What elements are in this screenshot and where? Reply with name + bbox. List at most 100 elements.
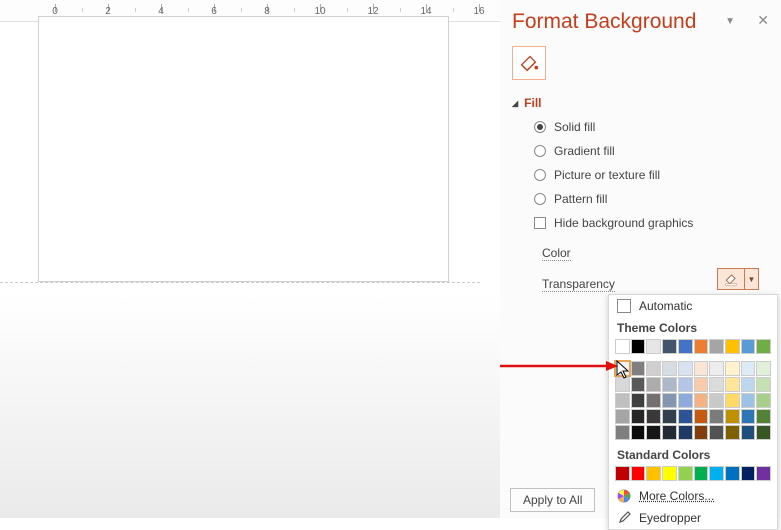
color-swatch[interactable] bbox=[725, 466, 740, 481]
color-swatch[interactable] bbox=[709, 377, 724, 392]
color-swatch[interactable] bbox=[662, 393, 677, 408]
color-swatch[interactable] bbox=[615, 377, 630, 392]
fill-category-button[interactable] bbox=[512, 46, 546, 80]
panel-options-dropdown[interactable]: ▼ bbox=[725, 16, 735, 27]
automatic-swatch-icon bbox=[617, 299, 631, 313]
color-swatch[interactable] bbox=[646, 466, 661, 481]
color-swatch[interactable] bbox=[678, 466, 693, 481]
eyedropper-label: Eyedropper bbox=[639, 511, 701, 525]
color-swatch[interactable] bbox=[725, 361, 740, 376]
color-swatch[interactable] bbox=[725, 409, 740, 424]
more-colors-row[interactable]: More Colors... bbox=[609, 485, 777, 507]
fill-color-button[interactable] bbox=[717, 268, 745, 290]
color-swatch[interactable] bbox=[756, 339, 771, 354]
color-field-row: Color bbox=[542, 246, 769, 261]
color-swatch[interactable] bbox=[725, 377, 740, 392]
eyedropper-row[interactable]: Eyedropper bbox=[609, 507, 777, 529]
color-swatch[interactable] bbox=[709, 425, 724, 440]
color-swatch[interactable] bbox=[631, 377, 646, 392]
color-swatch[interactable] bbox=[741, 409, 756, 424]
color-swatch[interactable] bbox=[741, 466, 756, 481]
color-swatch[interactable] bbox=[694, 361, 709, 376]
apply-to-all-button[interactable]: Apply to All bbox=[510, 488, 595, 512]
color-swatch[interactable] bbox=[709, 409, 724, 424]
color-swatch[interactable] bbox=[662, 466, 677, 481]
color-swatch[interactable] bbox=[615, 339, 630, 354]
color-swatch[interactable] bbox=[646, 393, 661, 408]
color-swatch[interactable] bbox=[678, 393, 693, 408]
color-swatch[interactable] bbox=[709, 393, 724, 408]
color-swatch[interactable] bbox=[709, 466, 724, 481]
color-swatch[interactable] bbox=[756, 393, 771, 408]
color-swatch[interactable] bbox=[631, 361, 646, 376]
color-swatch[interactable] bbox=[662, 377, 677, 392]
color-swatch[interactable] bbox=[631, 393, 646, 408]
color-swatch[interactable] bbox=[694, 393, 709, 408]
color-swatch[interactable] bbox=[615, 466, 630, 481]
color-swatch[interactable] bbox=[646, 425, 661, 440]
color-swatch[interactable] bbox=[646, 377, 661, 392]
close-icon[interactable]: ✕ bbox=[757, 12, 769, 29]
color-swatch[interactable] bbox=[694, 409, 709, 424]
color-swatch[interactable] bbox=[662, 409, 677, 424]
option-gradient-fill[interactable]: Gradient fill bbox=[534, 144, 769, 158]
radio-icon bbox=[534, 193, 546, 205]
color-swatch[interactable] bbox=[694, 339, 709, 354]
color-swatch[interactable] bbox=[756, 377, 771, 392]
standard-swatch-grid bbox=[609, 466, 777, 485]
fill-section-header[interactable]: ◢ Fill bbox=[512, 96, 769, 110]
color-swatch[interactable] bbox=[741, 393, 756, 408]
color-swatch[interactable] bbox=[678, 339, 693, 354]
color-swatch[interactable] bbox=[741, 361, 756, 376]
color-swatch[interactable] bbox=[678, 409, 693, 424]
color-swatch[interactable] bbox=[694, 425, 709, 440]
color-swatch[interactable] bbox=[694, 466, 709, 481]
option-pattern-fill[interactable]: Pattern fill bbox=[534, 192, 769, 206]
color-swatch[interactable] bbox=[741, 377, 756, 392]
color-swatch[interactable] bbox=[741, 425, 756, 440]
color-swatch[interactable] bbox=[662, 339, 677, 354]
option-hide-graphics[interactable]: Hide background graphics bbox=[534, 216, 769, 230]
option-label: Pattern fill bbox=[554, 192, 607, 206]
option-solid-fill[interactable]: Solid fill bbox=[534, 120, 769, 134]
color-swatch[interactable] bbox=[756, 466, 771, 481]
color-swatch[interactable] bbox=[631, 339, 646, 354]
theme-swatch-grid bbox=[609, 339, 777, 444]
color-swatch[interactable] bbox=[709, 361, 724, 376]
color-swatch[interactable] bbox=[662, 425, 677, 440]
color-swatch[interactable] bbox=[709, 339, 724, 354]
color-swatch[interactable] bbox=[678, 425, 693, 440]
color-swatch[interactable] bbox=[631, 466, 646, 481]
color-field-label: Color bbox=[542, 246, 571, 261]
color-swatch[interactable] bbox=[646, 409, 661, 424]
color-swatch[interactable] bbox=[725, 393, 740, 408]
option-picture-fill[interactable]: Picture or texture fill bbox=[534, 168, 769, 182]
color-swatch[interactable] bbox=[741, 339, 756, 354]
color-swatch[interactable] bbox=[725, 425, 740, 440]
option-label: Solid fill bbox=[554, 120, 595, 134]
color-swatch[interactable] bbox=[631, 425, 646, 440]
color-swatch[interactable] bbox=[725, 339, 740, 354]
color-swatch[interactable] bbox=[756, 361, 771, 376]
color-swatch[interactable] bbox=[631, 409, 646, 424]
color-swatch[interactable] bbox=[756, 409, 771, 424]
color-swatch[interactable] bbox=[615, 393, 630, 408]
fill-color-dropdown[interactable]: ▼ bbox=[745, 268, 759, 290]
color-swatch[interactable] bbox=[615, 409, 630, 424]
color-swatch[interactable] bbox=[678, 361, 693, 376]
color-swatch[interactable] bbox=[646, 361, 661, 376]
color-swatch[interactable] bbox=[646, 339, 661, 354]
color-swatch[interactable] bbox=[694, 377, 709, 392]
color-swatch[interactable] bbox=[678, 377, 693, 392]
color-picker-popup: Automatic Theme Colors Standard Colors M… bbox=[608, 294, 778, 530]
radio-icon bbox=[534, 121, 546, 133]
color-swatch[interactable] bbox=[662, 361, 677, 376]
automatic-color-row[interactable]: Automatic bbox=[609, 295, 777, 317]
checkbox-icon bbox=[534, 217, 546, 229]
color-swatch[interactable] bbox=[756, 425, 771, 440]
slide[interactable] bbox=[38, 16, 449, 282]
color-swatch[interactable] bbox=[615, 425, 630, 440]
paint-bucket-icon bbox=[518, 52, 540, 74]
theme-colors-label: Theme Colors bbox=[609, 317, 777, 339]
color-swatch[interactable] bbox=[615, 361, 630, 376]
